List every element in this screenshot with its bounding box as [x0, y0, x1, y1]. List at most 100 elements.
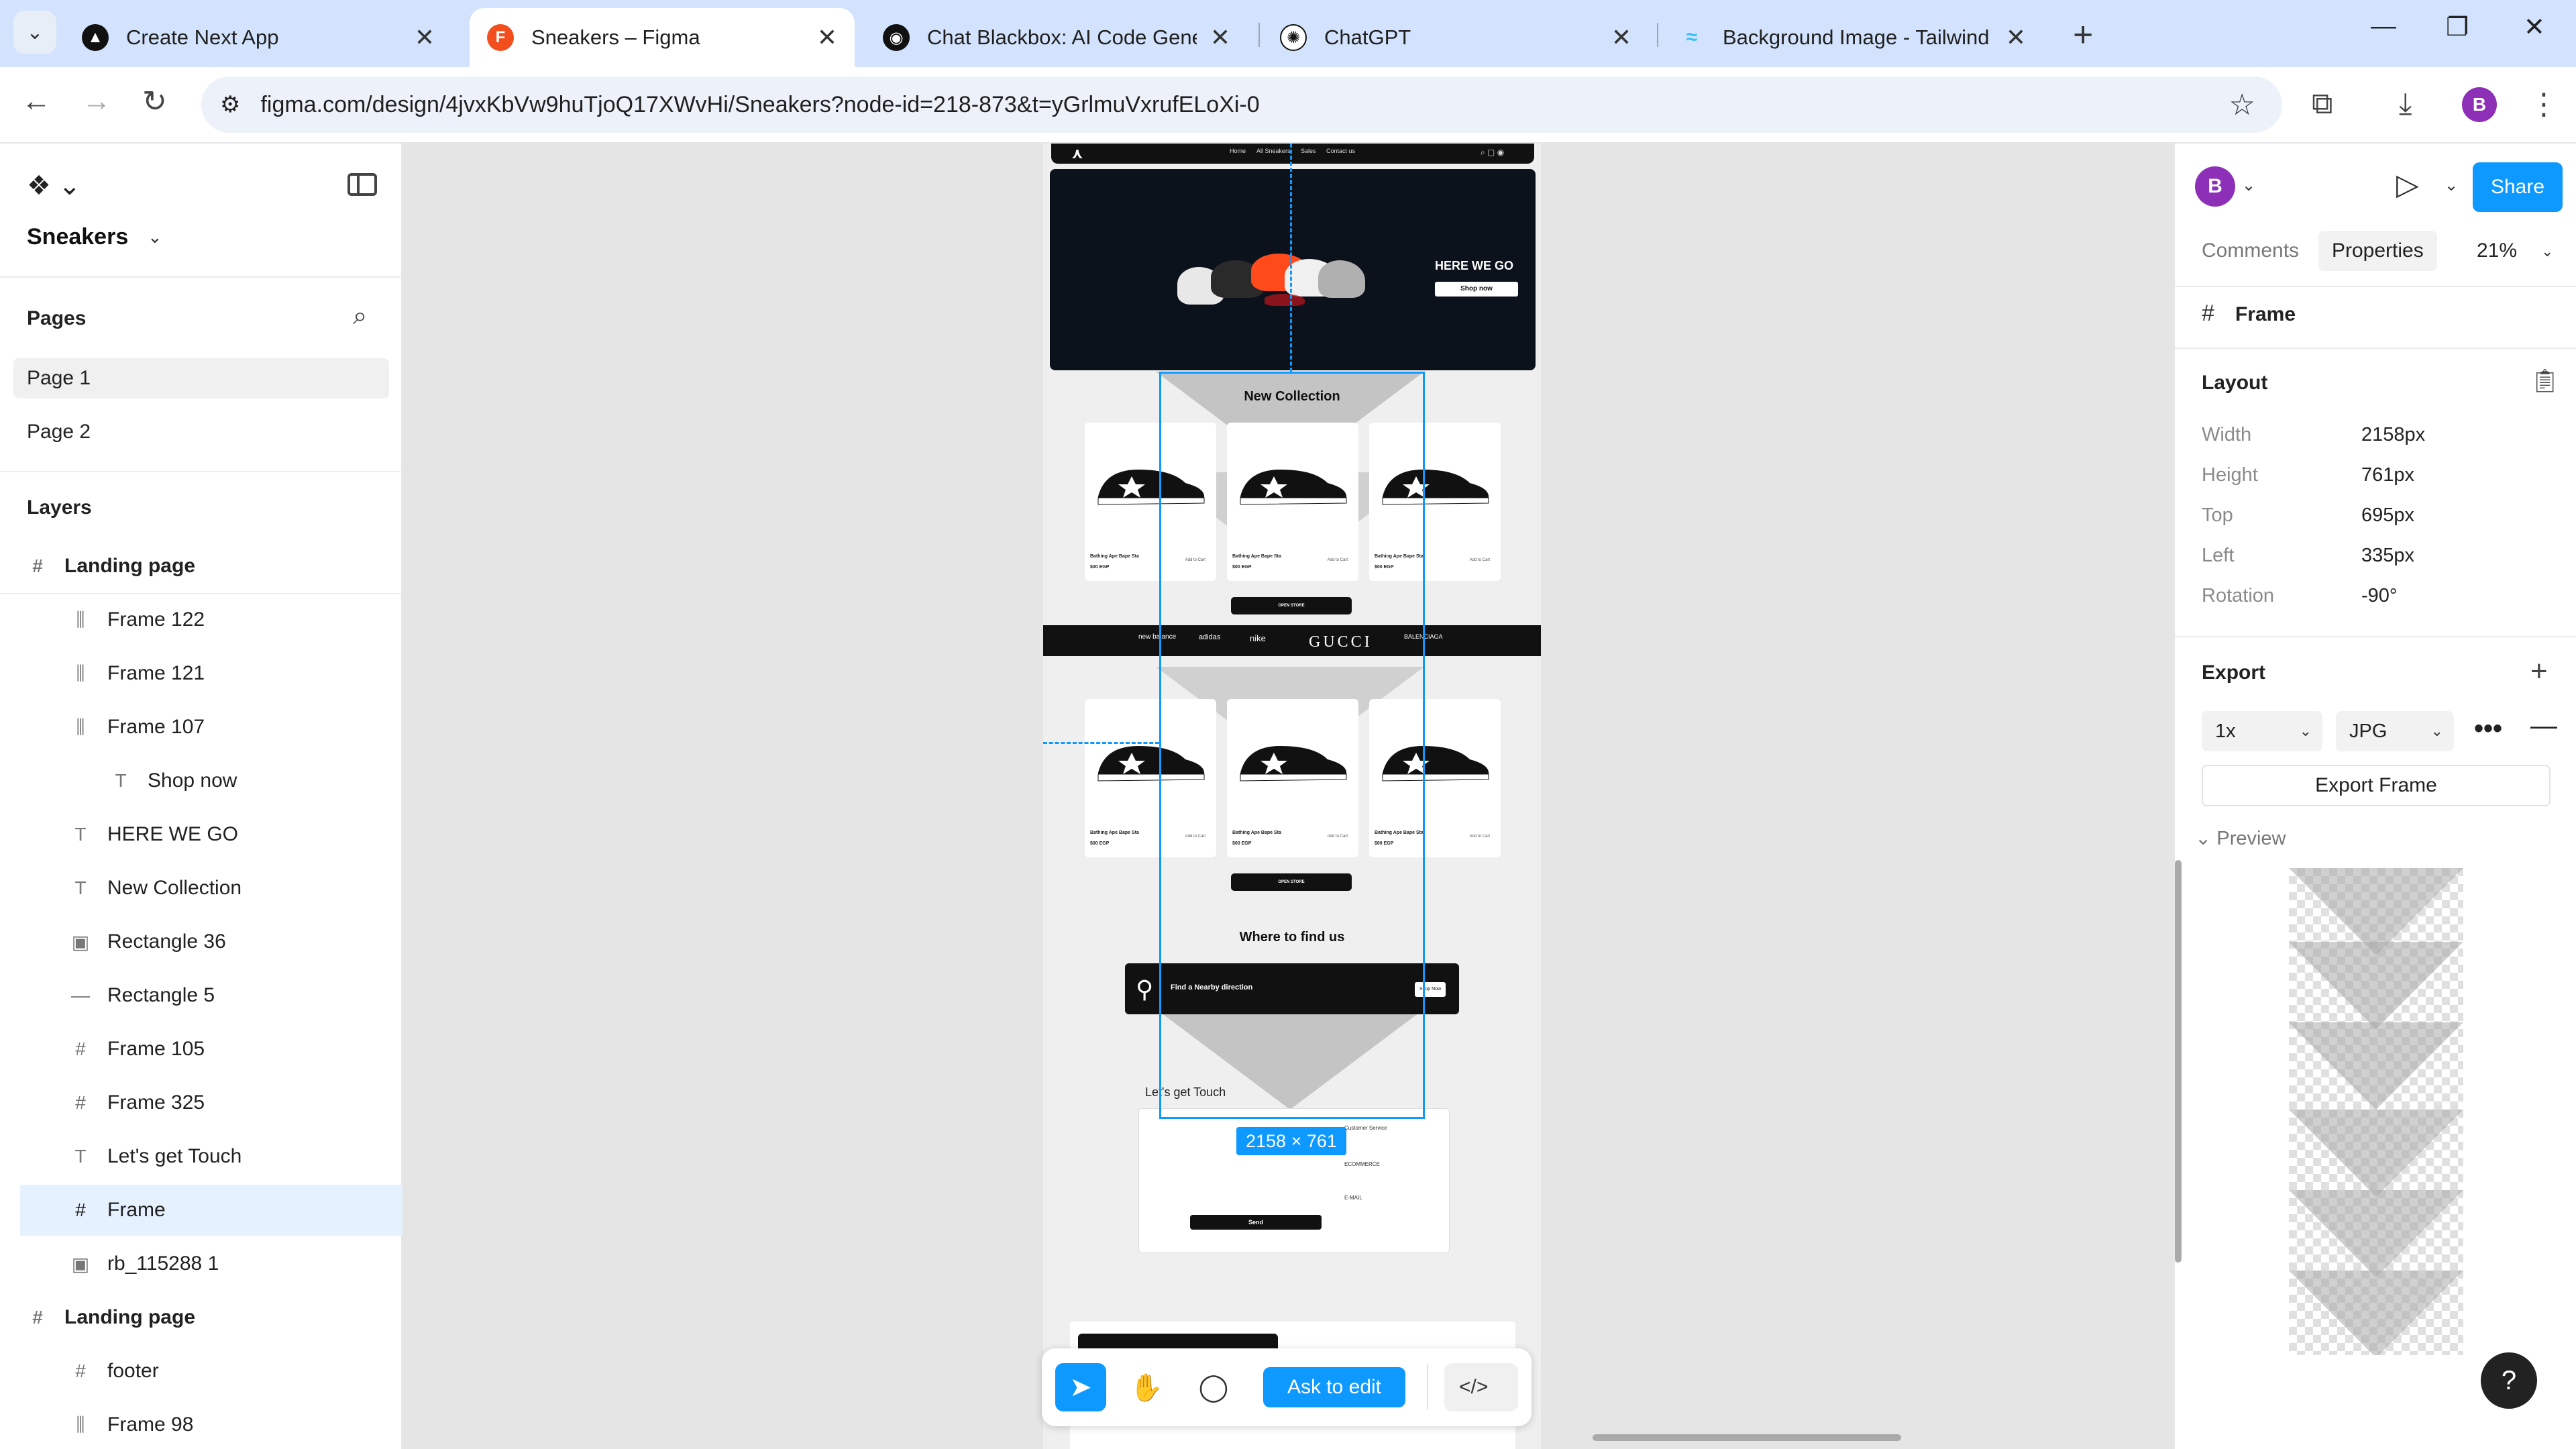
forward-arrow-icon[interactable]: →: [82, 85, 111, 118]
close-icon[interactable]: ✕: [1611, 23, 1631, 52]
close-icon[interactable]: ✕: [1210, 23, 1230, 52]
left-value[interactable]: 335px: [2361, 545, 2414, 567]
export-frame-button[interactable]: Export Frame: [2202, 765, 2551, 806]
export-format-select[interactable]: JPG ⌄: [2336, 711, 2454, 751]
hero-shop-now-button: Shop now: [1435, 282, 1518, 297]
add-plus-icon[interactable]: +: [2530, 655, 2548, 688]
tab-chat-blackbox[interactable]: ◉ Chat Blackbox: AI Code Generat ✕: [865, 8, 1248, 67]
layer-label: Shop now: [148, 769, 237, 792]
layers-heading: Layers: [27, 496, 92, 519]
chevron-down-icon: ⌄: [2430, 722, 2443, 739]
bookmark-star-icon[interactable]: ☆: [2229, 88, 2255, 122]
chevron-down-icon[interactable]: ⌄: [148, 227, 162, 248]
close-icon[interactable]: ✕: [415, 23, 435, 52]
ask-to-edit-button[interactable]: Ask to edit: [1263, 1367, 1405, 1407]
tab-sneakers-figma[interactable]: F Sneakers – Figma ✕: [470, 8, 855, 67]
nav-link: Contact us: [1326, 148, 1356, 154]
layer-frame-105[interactable]: # Frame 105: [0, 1024, 402, 1075]
maximize-icon[interactable]: ❐: [2446, 12, 2469, 42]
search-icon[interactable]: ⌕: [353, 302, 367, 331]
share-button[interactable]: Share: [2473, 162, 2563, 212]
layer-frame-122[interactable]: ⫼ Frame 122: [0, 594, 402, 645]
kebab-menu-icon[interactable]: ⋮: [2529, 87, 2559, 121]
zoom-level[interactable]: 21%: [2477, 231, 2517, 271]
minimize-icon[interactable]: —: [2371, 12, 2396, 41]
profile-avatar[interactable]: B: [2462, 87, 2497, 122]
page-item-1[interactable]: Page 1: [13, 358, 389, 398]
layout-heading: Layout: [2202, 372, 2268, 394]
page-item-2[interactable]: Page 2: [13, 412, 389, 452]
tab-create-next-app[interactable]: ▲ Create Next App ✕: [64, 8, 452, 67]
preview-label: Preview: [2216, 828, 2286, 849]
help-button[interactable]: ?: [2481, 1352, 2537, 1409]
layer-rectangle-36[interactable]: ▣ Rectangle 36: [0, 916, 402, 967]
toggle-sidebar-icon[interactable]: [347, 173, 377, 196]
height-value[interactable]: 761px: [2361, 464, 2414, 486]
layer-frame-98[interactable]: ⫼ Frame 98: [0, 1399, 402, 1449]
tab-chatgpt[interactable]: ✺ ChatGPT ✕: [1263, 8, 1649, 67]
layer-footer[interactable]: # footer: [0, 1346, 402, 1397]
layer-rectangle-5[interactable]: — Rectangle 5: [0, 970, 402, 1021]
close-icon[interactable]: ✕: [817, 23, 837, 52]
chevron-down-icon[interactable]: ⌄: [2242, 176, 2255, 195]
chevron-down-icon[interactable]: ⌄: [2541, 243, 2553, 260]
divider: [2175, 347, 2576, 349]
comment-tool-icon[interactable]: ◯: [1188, 1363, 1239, 1411]
layer-frame-121[interactable]: ⫼ Frame 121: [0, 648, 402, 699]
layer-frame-107[interactable]: ⫼ Frame 107: [0, 702, 402, 753]
layer-shop-now[interactable]: T Shop now: [0, 755, 402, 806]
layer-here-we-go[interactable]: T HERE WE GO: [0, 809, 402, 860]
image-icon: ▣: [71, 931, 90, 953]
browser-tab-bar: ⌄ ▲ Create Next App ✕ F Sneakers – Figma…: [0, 0, 2576, 67]
move-tool-cursor-icon[interactable]: ➤: [1055, 1363, 1106, 1411]
layer-rb-115288[interactable]: ▣ rb_115288 1: [0, 1238, 402, 1289]
layer-label: Frame: [107, 1199, 166, 1221]
layer-label: Frame 98: [107, 1413, 194, 1436]
layer-new-collection[interactable]: T New Collection: [0, 863, 402, 914]
file-name[interactable]: Sneakers: [27, 224, 128, 250]
url-text[interactable]: figma.com/design/4jvxKbVw9huTjoQ17XWvHi/…: [260, 92, 1259, 118]
more-options-icon[interactable]: •••: [2474, 714, 2502, 744]
layer-label: Landing page: [64, 555, 195, 577]
present-play-icon[interactable]: ▷: [2396, 168, 2419, 202]
hand-tool-icon[interactable]: ✋: [1121, 1363, 1172, 1411]
top-value[interactable]: 695px: [2361, 504, 2414, 527]
tab-properties[interactable]: Properties: [2318, 231, 2437, 271]
remove-minus-icon[interactable]: —: [2530, 711, 2557, 741]
download-icon[interactable]: ⤓: [2399, 87, 2412, 121]
layer-frame-325[interactable]: # Frame 325: [0, 1077, 402, 1128]
new-tab-plus-icon[interactable]: +: [2073, 15, 2093, 55]
horizontal-scrollbar[interactable]: [1593, 1434, 1901, 1441]
layer-lets-get-touch[interactable]: T Let's get Touch: [0, 1131, 402, 1182]
dev-mode-toggle[interactable]: </>: [1444, 1363, 1518, 1411]
layer-landing-page[interactable]: # Landing page: [0, 541, 402, 592]
reload-icon[interactable]: ↻: [142, 85, 167, 119]
design-canvas[interactable]: ⋏ Home All Sneakers Sales Contact us ⌕ ▢…: [402, 144, 2174, 1449]
back-arrow-icon[interactable]: ←: [21, 85, 51, 118]
tab-comments[interactable]: Comments: [2188, 231, 2312, 271]
user-avatar[interactable]: B: [2195, 166, 2235, 207]
width-value[interactable]: 2158px: [2361, 424, 2425, 446]
vertical-scrollbar[interactable]: [2175, 860, 2182, 1263]
tab-divider: [1258, 23, 1260, 47]
layer-landing-page-2[interactable]: # Landing page: [0, 1292, 402, 1343]
tab-tailwind[interactable]: ≈ Background Image - Tailwind C ✕: [1661, 8, 2043, 67]
chevron-down-icon[interactable]: ⌄: [2445, 176, 2458, 195]
rotation-value[interactable]: -90°: [2361, 585, 2398, 607]
layer-frame-selected[interactable]: # Frame: [20, 1185, 402, 1236]
tab-title: Create Next App: [126, 25, 279, 49]
figma-menu-icon[interactable]: ❖ ⌄: [27, 170, 81, 201]
clipboard-icon[interactable]: 📋︎: [2530, 368, 2559, 394]
tab-search-button[interactable]: ⌄: [13, 11, 56, 54]
layers-panel: ❖ ⌄ Sneakers ⌄ Pages ⌕ Page 1 Page 2 Lay…: [0, 144, 402, 1449]
preview-toggle[interactable]: ⌄ Preview: [2195, 826, 2286, 850]
product-price: $00 EGP: [1090, 841, 1110, 846]
selection-box[interactable]: [1159, 372, 1425, 1119]
address-bar[interactable]: ⚙ figma.com/design/4jvxKbVw9huTjoQ17XWvH…: [201, 76, 2282, 133]
window-close-icon[interactable]: ✕: [2524, 12, 2545, 42]
close-icon[interactable]: ✕: [2006, 23, 2026, 52]
export-scale-select[interactable]: 1x ⌄: [2202, 711, 2322, 751]
measure-guide: [1290, 144, 1292, 372]
extensions-puzzle-icon[interactable]: ⧉: [2312, 87, 2332, 121]
site-info-icon[interactable]: ⚙: [220, 91, 240, 118]
